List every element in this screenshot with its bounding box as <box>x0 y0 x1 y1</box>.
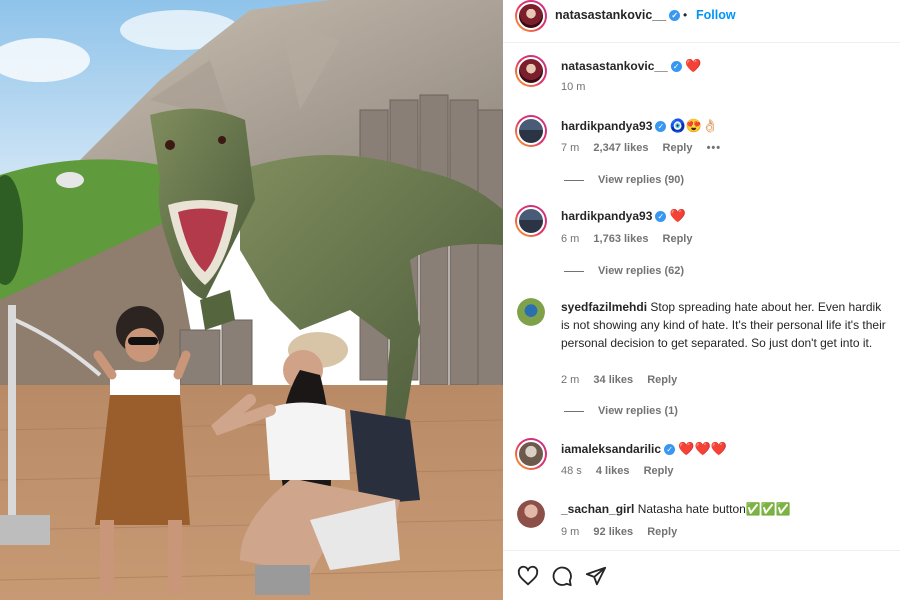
comment-avatar[interactable] <box>515 115 547 147</box>
post-photo[interactable] <box>0 0 503 600</box>
share-icon[interactable] <box>585 565 607 587</box>
caption: natasastankovic__ ✓ ❤️ 10 m <box>503 55 900 100</box>
view-replies-button[interactable]: View replies (62) <box>564 265 684 277</box>
comment-meta: 2 m 34 likes Reply <box>561 374 688 386</box>
comment-item: hardikpandya93 ✓ 🧿😍👌🏻 7 m 2,347 likes Rep… <box>503 115 900 195</box>
comment-username[interactable]: hardikpandya93 <box>561 209 652 223</box>
caption-meta: 10 m <box>561 81 596 93</box>
comment-item: _sachan_girl Natasha hate button✅✅✅ 9 m … <box>503 500 900 545</box>
comment-likes[interactable]: 1,763 likes <box>593 233 648 245</box>
divider-line <box>564 410 584 412</box>
caption-username[interactable]: natasastankovic__ <box>561 59 668 73</box>
comment-meta: 7 m 2,347 likes Reply ••• <box>561 142 732 154</box>
caption-avatar[interactable] <box>515 55 547 87</box>
verified-icon: ✓ <box>669 10 681 22</box>
comment-text: iamaleksandarilic ✓ ❤️❤️❤️ <box>561 440 891 458</box>
comment-likes[interactable]: 34 likes <box>593 374 633 386</box>
comment-likes[interactable]: 2,347 likes <box>593 142 648 154</box>
comment-likes[interactable]: 4 likes <box>596 465 630 477</box>
comment-body: 🧿😍👌🏻 <box>669 118 719 133</box>
comment-item: hardikpandya93 ✓ ❤️ 6 m 1,763 likes Reply… <box>503 205 900 285</box>
comment-body: ❤️❤️❤️ <box>678 441 727 456</box>
separator-dot: • <box>683 8 688 22</box>
divider-line <box>564 270 584 272</box>
comment-meta: 6 m 1,763 likes Reply <box>561 233 704 245</box>
comment-time: 7 m <box>561 142 580 154</box>
comment-item: syedfazilmehdi Stop spreading hate about… <box>503 298 900 423</box>
reply-button[interactable]: Reply <box>647 374 677 386</box>
reply-button[interactable]: Reply <box>644 465 674 477</box>
comment-meta: 9 m 92 likes Reply <box>561 526 688 538</box>
verified-icon: ✓ <box>664 444 676 456</box>
more-options-icon[interactable]: ••• <box>707 142 722 154</box>
view-replies-button[interactable]: View replies (1) <box>564 405 678 417</box>
comment-avatar[interactable] <box>515 205 547 237</box>
comment-username[interactable]: hardikpandya93 <box>561 119 652 133</box>
action-bar <box>503 550 900 600</box>
view-replies-button[interactable]: View replies (90) <box>564 174 684 186</box>
comment-time: 6 m <box>561 233 580 245</box>
view-replies-label[interactable]: View replies (1) <box>598 405 678 417</box>
comment-time: 2 m <box>561 374 580 386</box>
comment-avatar[interactable] <box>517 298 545 326</box>
comment-likes[interactable]: 92 likes <box>593 526 633 538</box>
caption-text: natasastankovic__ ✓ ❤️ <box>561 57 891 75</box>
comment-time: 48 s <box>561 465 582 477</box>
verified-icon: ✓ <box>655 211 667 223</box>
caption-time: 10 m <box>561 81 586 93</box>
comment-meta: 48 s 4 likes Reply <box>561 465 685 477</box>
author-username[interactable]: natasastankovic__ <box>555 8 666 22</box>
post-image <box>0 0 503 600</box>
comment-avatar[interactable] <box>517 500 545 528</box>
heart-icon[interactable] <box>517 565 539 587</box>
comment-avatar[interactable] <box>515 438 547 470</box>
comment-username[interactable]: _sachan_girl <box>561 502 634 516</box>
comment-time: 9 m <box>561 526 580 538</box>
comment-body: ❤️ <box>669 208 686 223</box>
reply-button[interactable]: Reply <box>663 233 693 245</box>
comments-panel: natasastankovic__ ✓ • Follow natasastanko… <box>503 0 900 600</box>
follow-button[interactable]: Follow <box>696 8 736 22</box>
post-header: natasastankovic__ ✓ • Follow <box>503 0 900 43</box>
view-replies-label[interactable]: View replies (62) <box>598 265 684 277</box>
verified-icon: ✓ <box>655 121 667 133</box>
caption-emoji: ❤️ <box>685 58 702 73</box>
verified-icon: ✓ <box>670 61 682 73</box>
view-replies-label[interactable]: View replies (90) <box>598 174 684 186</box>
comment-text: _sachan_girl Natasha hate button✅✅✅ <box>561 500 891 518</box>
author-username-row[interactable]: natasastankovic__ ✓ <box>555 8 681 22</box>
comment-text: hardikpandya93 ✓ 🧿😍👌🏻 <box>561 117 891 135</box>
author-avatar[interactable] <box>515 0 547 32</box>
comment-username[interactable]: syedfazilmehdi <box>561 300 647 314</box>
divider-line <box>564 179 584 181</box>
comment-icon[interactable] <box>551 565 573 587</box>
reply-button[interactable]: Reply <box>663 142 693 154</box>
comment-text: hardikpandya93 ✓ ❤️ <box>561 207 891 225</box>
reply-button[interactable]: Reply <box>647 526 677 538</box>
comment-username[interactable]: iamaleksandarilic <box>561 442 661 456</box>
comment-body: Natasha hate button✅✅✅ <box>637 502 791 516</box>
comment-item: iamaleksandarilic ✓ ❤️❤️❤️ 48 s 4 likes R… <box>503 438 900 483</box>
comment-text: syedfazilmehdi Stop spreading hate about… <box>561 298 891 352</box>
